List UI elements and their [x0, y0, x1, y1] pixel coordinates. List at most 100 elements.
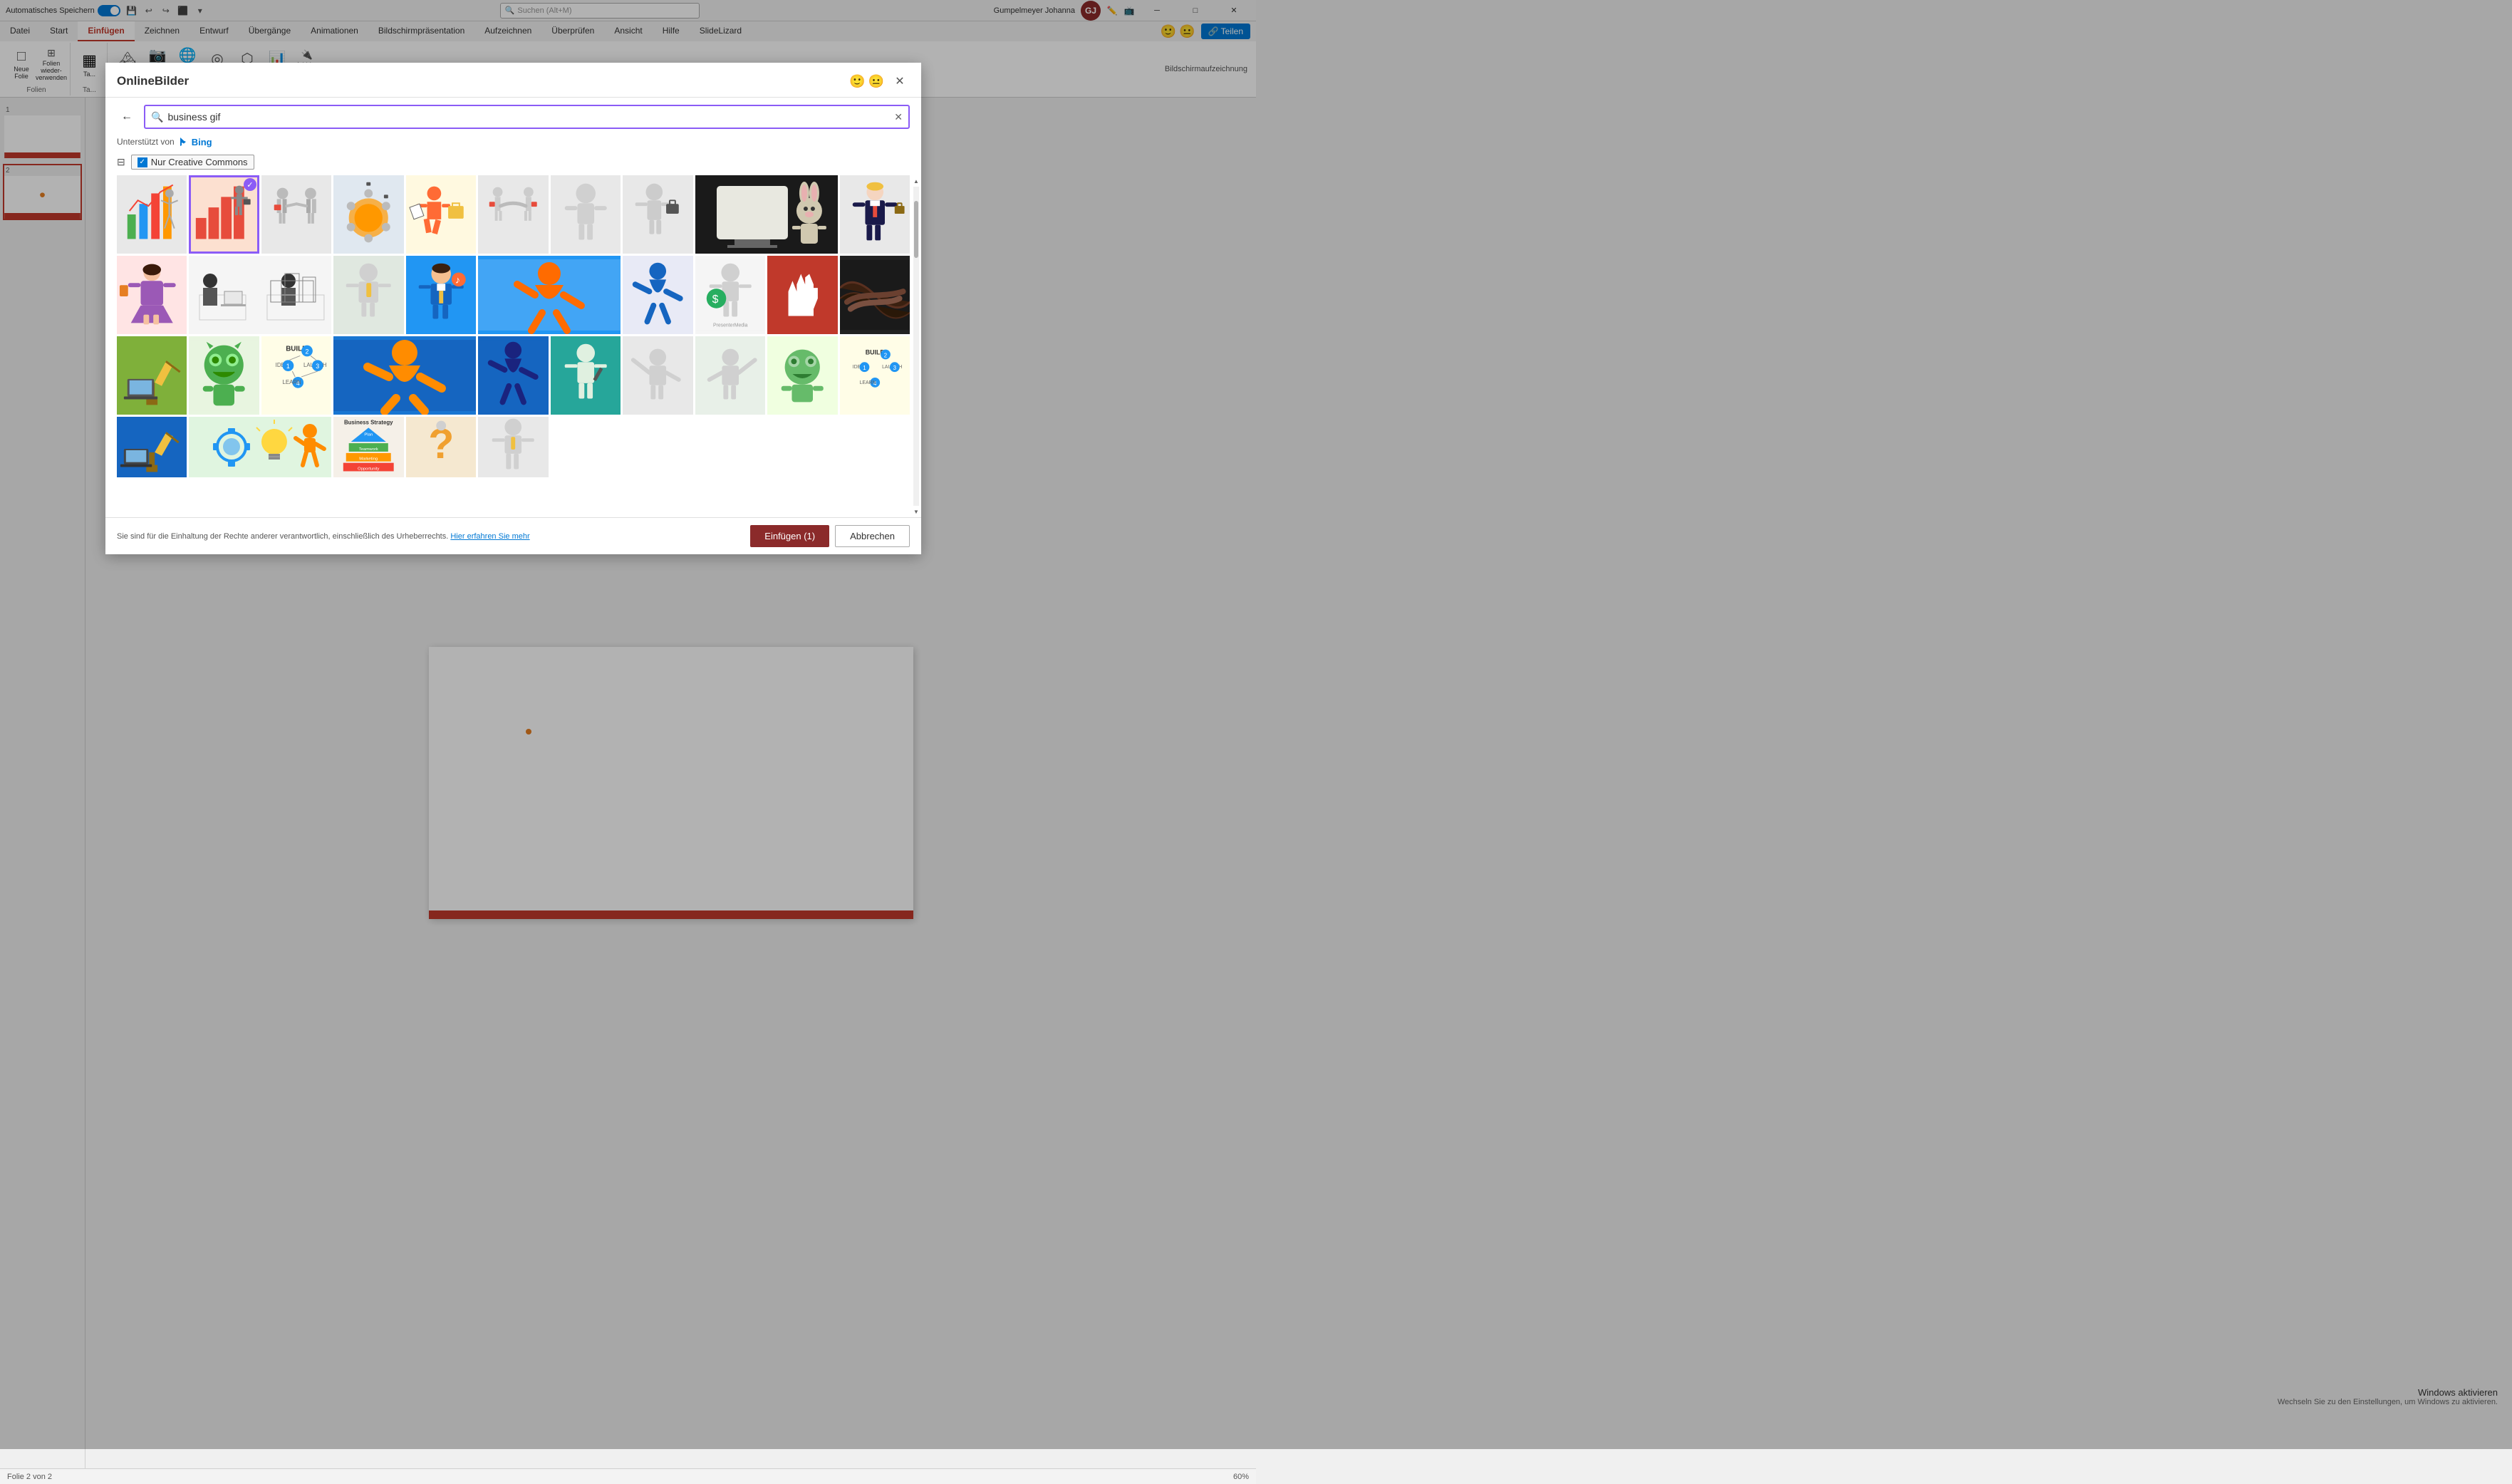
- save-icon[interactable]: 💾: [126, 5, 137, 16]
- image-cell-10[interactable]: [840, 175, 910, 254]
- image-cell-9[interactable]: [695, 175, 838, 254]
- image-cell-15[interactable]: [478, 256, 621, 334]
- username-label: Gumpelmeyer Johanna: [994, 6, 1075, 15]
- image-cell-11[interactable]: [117, 256, 187, 334]
- tab-datei[interactable]: Datei: [0, 21, 40, 41]
- image-cell-19[interactable]: [840, 256, 910, 334]
- image-cell-7[interactable]: [551, 175, 621, 254]
- image-cell-8[interactable]: [623, 175, 692, 254]
- image-cell-32[interactable]: Business Strategy Plan Teamwork Marketin…: [333, 417, 403, 477]
- dialog-title: OnlineBilder: [117, 74, 189, 88]
- image-cell-34[interactable]: [478, 417, 548, 477]
- scroll-up-arrow[interactable]: ▲: [913, 175, 919, 187]
- image-cell-22[interactable]: BUILD 2 IDEA 1 LAUNCH 3 4 LEARN: [261, 336, 331, 415]
- new-slide-label: NeueFolie: [14, 66, 29, 81]
- image-18: [767, 256, 837, 334]
- autosave-switch[interactable]: [98, 5, 120, 16]
- image-cell-23[interactable]: [333, 336, 476, 415]
- image-cell-28[interactable]: [767, 336, 837, 415]
- image-23: [333, 336, 476, 415]
- image-cell-6[interactable]: [478, 175, 548, 254]
- image-30: [117, 417, 187, 477]
- image-cell-33[interactable]: ?: [406, 417, 476, 477]
- scroll-down-arrow[interactable]: ▼: [913, 506, 919, 517]
- slide-thumb-2[interactable]: 2: [3, 164, 82, 220]
- tab-praesentation[interactable]: Bildschirmpräsentation: [368, 21, 474, 41]
- image-cell-25[interactable]: [551, 336, 621, 415]
- creative-commons-checkbox[interactable]: ✓: [137, 157, 147, 167]
- tab-uebergaenge[interactable]: Übergänge: [239, 21, 301, 41]
- image-grid-container[interactable]: ✓: [105, 175, 921, 517]
- image-cell-13[interactable]: [333, 256, 403, 334]
- dialog-smiley-icon[interactable]: 🙂: [849, 74, 865, 89]
- share-button[interactable]: 🔗 Teilen: [1201, 24, 1250, 39]
- cancel-button[interactable]: Abbrechen: [835, 525, 910, 547]
- tab-zeichnen[interactable]: Zeichnen: [135, 21, 190, 41]
- image-cell-24[interactable]: [478, 336, 548, 415]
- tab-slidelizard[interactable]: SlideLizard: [690, 21, 752, 41]
- slide-thumb-1[interactable]: 1: [3, 103, 82, 160]
- scroll-track[interactable]: [913, 187, 919, 506]
- minimize-button[interactable]: ─: [1141, 0, 1173, 21]
- image-cell-18[interactable]: [767, 256, 837, 334]
- image-cell-2[interactable]: ✓: [189, 175, 259, 254]
- reuse-slides-button[interactable]: ⊞ Folienwieder-verwenden: [37, 46, 66, 83]
- filter-icon[interactable]: ⊟: [117, 156, 125, 168]
- footer-link[interactable]: Hier erfahren Sie mehr: [450, 532, 529, 541]
- online-bilder-dialog[interactable]: OnlineBilder 🙂 😐 ✕ ← 🔍 ✕ Unterstützt von: [105, 63, 921, 554]
- scrollbar[interactable]: ▲ ▼: [913, 175, 920, 517]
- close-button[interactable]: ✕: [1218, 0, 1250, 21]
- top-search-bar[interactable]: 🔍 Suchen (Alt+M): [500, 3, 700, 19]
- image-cell-16[interactable]: [623, 256, 692, 334]
- smiley-icon[interactable]: 🙂: [1161, 24, 1176, 39]
- image-cell-3[interactable]: [261, 175, 331, 254]
- image-cell-17[interactable]: $ PresenterMedia: [695, 256, 765, 334]
- image-9: [695, 175, 838, 254]
- image-cell-30[interactable]: [117, 417, 187, 477]
- search-input[interactable]: [167, 111, 890, 123]
- search-container[interactable]: 🔍 ✕: [144, 105, 910, 129]
- dialog-smiley2-icon[interactable]: 😐: [868, 74, 884, 89]
- tab-animationen[interactable]: Animationen: [301, 21, 368, 41]
- image-cell-12[interactable]: [189, 256, 331, 334]
- dialog-close-button[interactable]: ✕: [890, 71, 910, 91]
- scroll-thumb[interactable]: [914, 201, 918, 258]
- user-avatar[interactable]: GJ: [1081, 1, 1101, 21]
- creative-commons-filter[interactable]: ✓ Nur Creative Commons: [131, 155, 254, 170]
- new-slide-button[interactable]: □ NeueFolie: [7, 46, 36, 83]
- tab-aufzeichnen[interactable]: Aufzeichnen: [474, 21, 541, 41]
- table-button[interactable]: ▦ Ta...: [77, 46, 103, 83]
- undo-icon[interactable]: ↩: [143, 5, 155, 16]
- autosave-toggle[interactable]: Automatisches Speichern: [6, 5, 120, 16]
- tab-ueberpruefen[interactable]: Überprüfen: [541, 21, 604, 41]
- image-cell-27[interactable]: [695, 336, 765, 415]
- customize-icon[interactable]: ▾: [194, 5, 206, 16]
- image-cell-5[interactable]: [406, 175, 476, 254]
- image-cell-14[interactable]: ♪: [406, 256, 476, 334]
- smiley2-icon[interactable]: 😐: [1179, 24, 1195, 39]
- screencast-icon[interactable]: 📺: [1123, 5, 1135, 16]
- redo-icon[interactable]: ↪: [160, 5, 172, 16]
- maximize-button[interactable]: □: [1179, 0, 1212, 21]
- image-cell-29[interactable]: BUILD 2 IDEA 1 LAUNCH 3 4 LEARN: [840, 336, 910, 415]
- image-cell-1[interactable]: [117, 175, 187, 254]
- tab-einfuegen[interactable]: Einfügen: [78, 21, 134, 41]
- edit-icon[interactable]: ✏️: [1106, 5, 1118, 16]
- back-button[interactable]: ←: [117, 107, 137, 127]
- image-cell-20[interactable]: [117, 336, 187, 415]
- tab-hilfe[interactable]: Hilfe: [653, 21, 690, 41]
- tab-start[interactable]: Start: [40, 21, 78, 41]
- slide-orange-dot: [526, 729, 531, 735]
- image-cell-26[interactable]: [623, 336, 692, 415]
- image-27: [695, 346, 765, 406]
- image-28: [767, 346, 837, 406]
- insert-button[interactable]: Einfügen (1): [750, 525, 829, 547]
- tab-entwurf[interactable]: Entwurf: [190, 21, 239, 41]
- image-cell-31[interactable]: [189, 417, 331, 477]
- tab-ansicht[interactable]: Ansicht: [604, 21, 652, 41]
- image-cell-4[interactable]: [333, 175, 403, 254]
- bing-credit: Unterstützt von Bing: [105, 136, 921, 152]
- image-cell-21[interactable]: [189, 336, 259, 415]
- search-clear-icon[interactable]: ✕: [894, 111, 903, 123]
- present-icon[interactable]: ⬛: [177, 5, 189, 16]
